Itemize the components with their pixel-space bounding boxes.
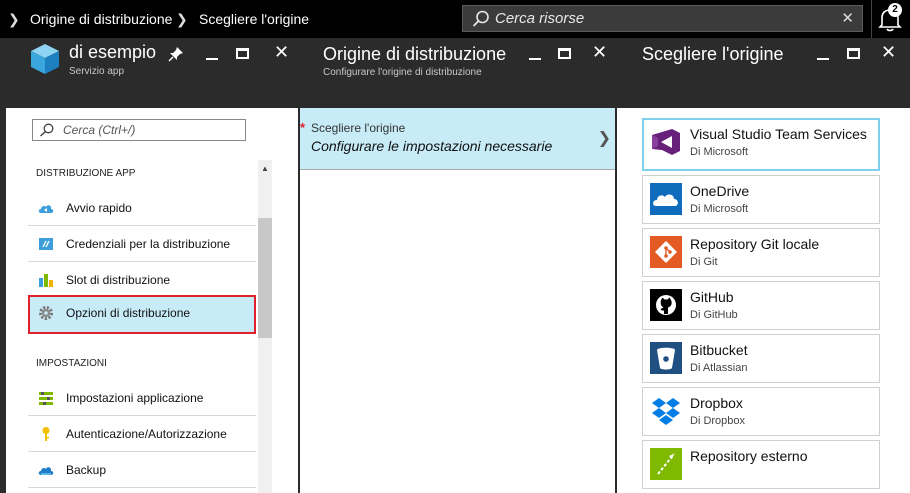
menu-item-label: Opzioni di distribuzione xyxy=(66,306,191,320)
menu-item-label: Impostazioni applicazione xyxy=(66,391,204,405)
source-publisher: Di GitHub xyxy=(690,309,738,321)
menu-item-credenziali[interactable]: Credenziali per la distribuzione xyxy=(28,226,256,262)
app-service-cube-icon xyxy=(31,44,59,74)
chevron-right-icon: ❯ xyxy=(8,11,20,27)
source-name: Visual Studio Team Services xyxy=(690,126,867,142)
panel3-title: Scegliere l'origine xyxy=(642,44,784,64)
choose-source-value: Configurare le impostazioni necessarie xyxy=(311,138,553,154)
scroll-up-arrow-icon[interactable]: ▲ xyxy=(261,164,269,173)
onedrive-icon xyxy=(650,183,682,215)
choose-source-row[interactable]: * Scegliere l'origine Configurare le imp… xyxy=(300,108,615,170)
pin-icon[interactable] xyxy=(168,46,184,62)
breadcrumb-item-origine[interactable]: Origine di distribuzione xyxy=(30,0,172,38)
key-icon xyxy=(42,427,50,441)
panel1-title: di esempio xyxy=(69,42,157,62)
menu-item-label: Autenticazione/Autorizzazione xyxy=(66,427,227,441)
breadcrumb-item-scegliere[interactable]: Scegliere l'origine xyxy=(199,0,309,38)
menu-item-label: Slot di distribuzione xyxy=(66,273,171,287)
cloud-icon xyxy=(38,205,54,213)
menu-search-placeholder: Cerca (Ctrl+/) xyxy=(63,123,136,137)
menu-search-input[interactable]: Cerca (Ctrl+/) xyxy=(32,119,246,141)
credentials-icon xyxy=(39,238,53,250)
source-publisher: Di Microsoft xyxy=(690,146,749,158)
source-name: Repository esterno xyxy=(690,448,808,464)
menu-item-autenticazione[interactable]: Autenticazione/Autorizzazione xyxy=(28,416,256,452)
source-dropbox[interactable]: Dropbox Di Dropbox xyxy=(642,387,880,436)
menu-item-label: Credenziali per la distribuzione xyxy=(66,237,231,251)
menu-item-label: Avvio rapido xyxy=(66,201,132,215)
menu-item-impostazioni-applicazione[interactable]: Impostazioni applicazione xyxy=(28,380,256,416)
search-icon xyxy=(39,123,54,137)
panel3-header: Scegliere l'origine ✕ xyxy=(617,38,910,108)
global-search-input[interactable]: Cerca risorse ✕ xyxy=(462,5,863,32)
menu-item-opzioni-distribuzione[interactable]: Opzioni di distribuzione xyxy=(28,295,256,334)
close-icon[interactable]: ✕ xyxy=(592,42,607,63)
menu-item-avvio-rapido[interactable]: Avvio rapido xyxy=(28,190,256,226)
source-onedrive[interactable]: OneDrive Di Microsoft xyxy=(642,175,880,224)
source-publisher: Di Atlassian xyxy=(690,362,748,374)
slots-icon xyxy=(39,274,53,287)
source-name: Dropbox xyxy=(690,395,743,411)
section-label-distribuzione: DISTRIBUZIONE APP xyxy=(36,168,136,179)
source-name: OneDrive xyxy=(690,183,750,199)
minimize-icon[interactable] xyxy=(206,58,218,60)
top-bar: ❯ Origine di distribuzione ❯ Scegliere l… xyxy=(0,0,910,38)
maximize-icon[interactable] xyxy=(847,48,860,59)
minimize-icon[interactable] xyxy=(817,58,829,60)
dropbox-icon xyxy=(652,398,680,425)
clear-search-icon[interactable]: ✕ xyxy=(841,6,854,31)
notification-count-badge: 2 xyxy=(888,3,902,17)
source-github[interactable]: GitHub Di GitHub xyxy=(642,281,880,330)
panel2-header: Origine di distribuzione Configurare l'o… xyxy=(300,38,615,108)
vsts-icon xyxy=(652,129,680,155)
search-placeholder: Cerca risorse xyxy=(495,10,585,27)
source-local-git[interactable]: Repository Git locale Di Git xyxy=(642,228,880,277)
menu-item-backup[interactable]: Backup xyxy=(28,452,256,488)
panel1-header: di esempio Servizio app ✕ xyxy=(0,38,298,108)
maximize-icon[interactable] xyxy=(558,48,571,59)
choose-source-label: Scegliere l'origine xyxy=(311,121,406,135)
menu-item-slot[interactable]: Slot di distribuzione xyxy=(28,262,256,298)
source-publisher: Di Git xyxy=(690,256,718,268)
menu-scrollbar-thumb[interactable] xyxy=(258,218,272,338)
source-bitbucket[interactable]: Bitbucket Di Atlassian xyxy=(642,334,880,383)
close-icon[interactable]: ✕ xyxy=(881,42,896,63)
source-name: Repository Git locale xyxy=(690,236,820,252)
panel2-title: Origine di distribuzione xyxy=(323,44,507,64)
backup-cloud-icon xyxy=(38,467,54,475)
chevron-right-icon: ❯ xyxy=(597,130,611,147)
source-vsts[interactable]: Visual Studio Team Services Di Microsoft xyxy=(642,118,880,171)
required-asterisk: * xyxy=(300,120,306,135)
gear-icon xyxy=(39,306,53,320)
source-name: Bitbucket xyxy=(690,342,748,358)
panel1-subtitle: Servizio app xyxy=(69,66,125,77)
source-publisher: Di Microsoft xyxy=(690,203,749,215)
menu-item-label: Backup xyxy=(66,463,107,477)
source-name: GitHub xyxy=(690,289,734,305)
settings-list-icon xyxy=(39,392,53,405)
external-repo-icon xyxy=(650,448,682,480)
divider xyxy=(871,0,872,38)
git-icon xyxy=(650,236,682,268)
search-icon xyxy=(472,10,489,27)
panel2-subtitle: Configurare l'origine di distribuzione xyxy=(323,67,482,78)
github-icon xyxy=(650,289,682,321)
chevron-right-icon: ❯ xyxy=(176,11,188,27)
source-publisher: Di Dropbox xyxy=(690,415,746,427)
bitbucket-icon xyxy=(650,342,682,374)
source-external-repo[interactable]: Repository esterno xyxy=(642,440,880,489)
close-icon[interactable]: ✕ xyxy=(274,42,289,63)
maximize-icon[interactable] xyxy=(236,48,249,59)
section-label-impostazioni: IMPOSTAZIONI xyxy=(36,358,107,369)
minimize-icon[interactable] xyxy=(529,58,541,60)
